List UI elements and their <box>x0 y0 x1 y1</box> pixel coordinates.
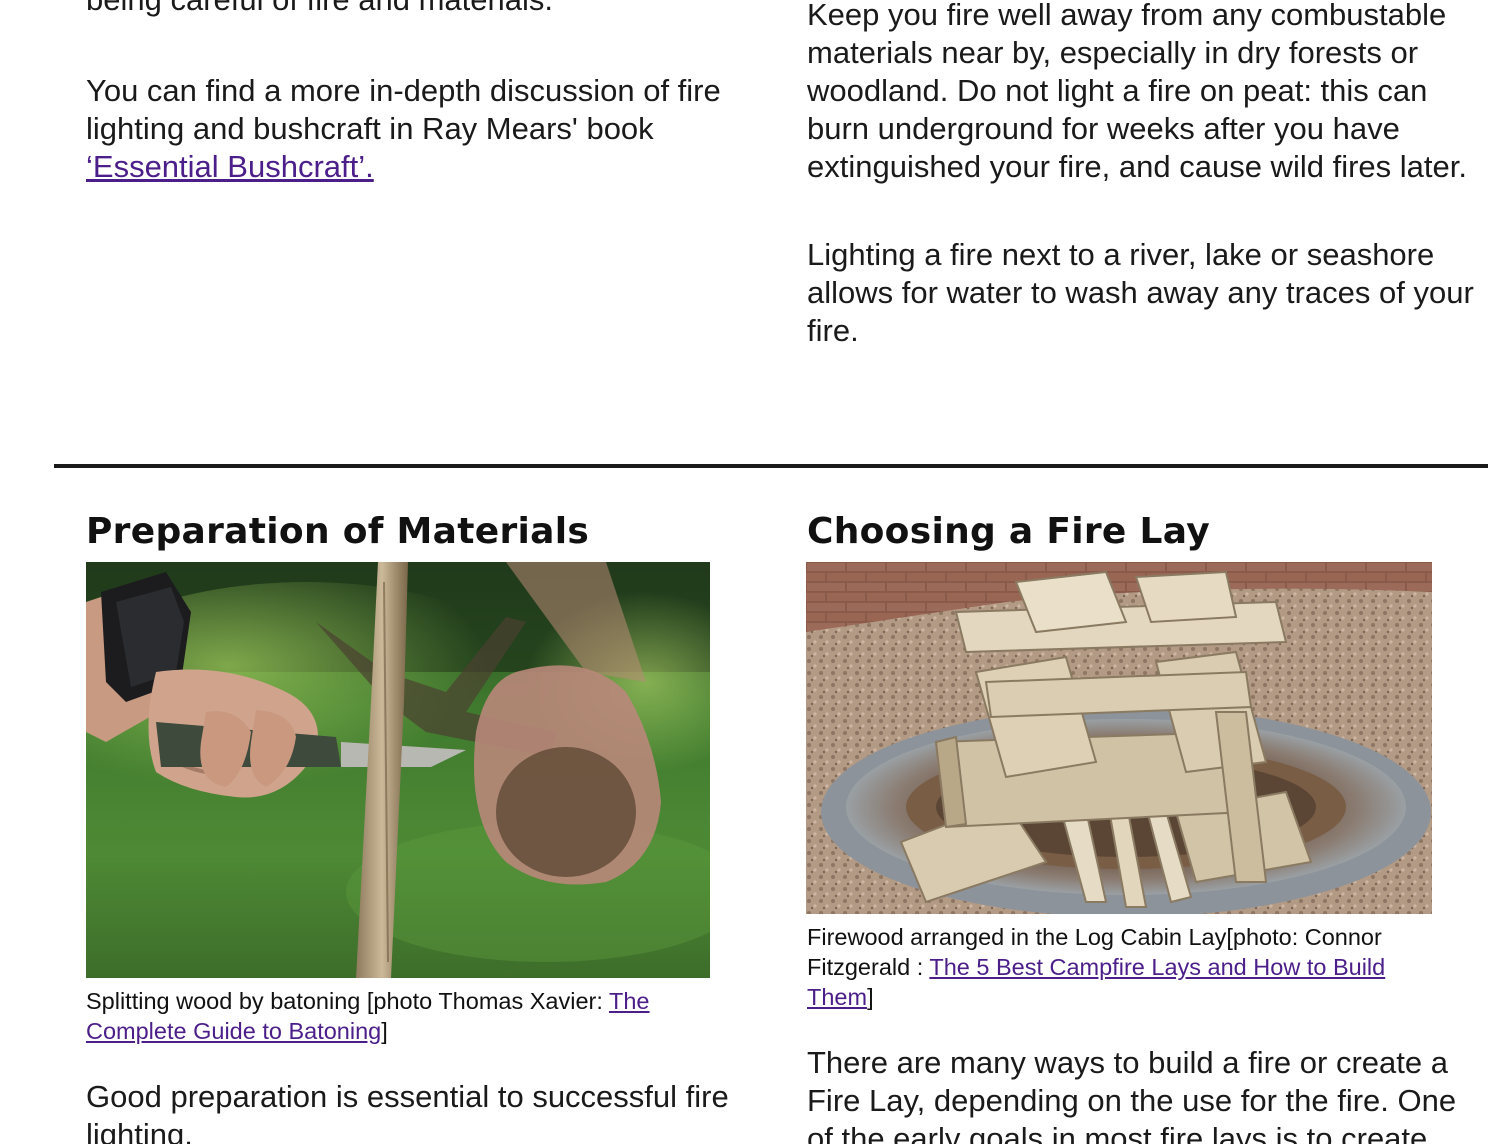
water-paragraph: Lighting a fire next to a river, lake or… <box>807 237 1474 348</box>
fire-safety-paragraph: Keep you fire well away from any combust… <box>807 0 1467 184</box>
bushcraft-paragraph: You can find a more in-depth discussion … <box>86 72 751 186</box>
cut-off-text-line: being careful of fire and materials. <box>86 0 553 19</box>
batoning-photo <box>86 562 710 978</box>
section-divider <box>54 464 1488 468</box>
fire-lay-body: There are many ways to build a fire or c… <box>807 1045 1457 1144</box>
top-right-column: Keep you fire well away from any combust… <box>807 0 1475 350</box>
log-cabin-caption-end: ] <box>867 984 874 1010</box>
batoning-caption-text: Splitting wood by batoning [photo Thomas… <box>86 988 609 1014</box>
top-left-column: You can find a more in-depth discussion … <box>86 72 751 186</box>
preparation-body: Good preparation is essential to success… <box>86 1079 729 1144</box>
essential-bushcraft-link[interactable]: ‘Essential Bushcraft’. <box>86 149 374 184</box>
bushcraft-paragraph-text: You can find a more in-depth discussion … <box>86 73 721 146</box>
log-cabin-photo <box>806 562 1432 914</box>
batoning-caption: Splitting wood by batoning [photo Thomas… <box>86 986 726 1046</box>
fire-lay-heading: Choosing a Fire Lay <box>807 511 1210 552</box>
batoning-caption-end: ] <box>381 1018 388 1044</box>
preparation-heading: Preparation of Materials <box>86 511 590 552</box>
log-cabin-caption: Firewood arranged in the Log Cabin Lay[p… <box>807 922 1457 1012</box>
